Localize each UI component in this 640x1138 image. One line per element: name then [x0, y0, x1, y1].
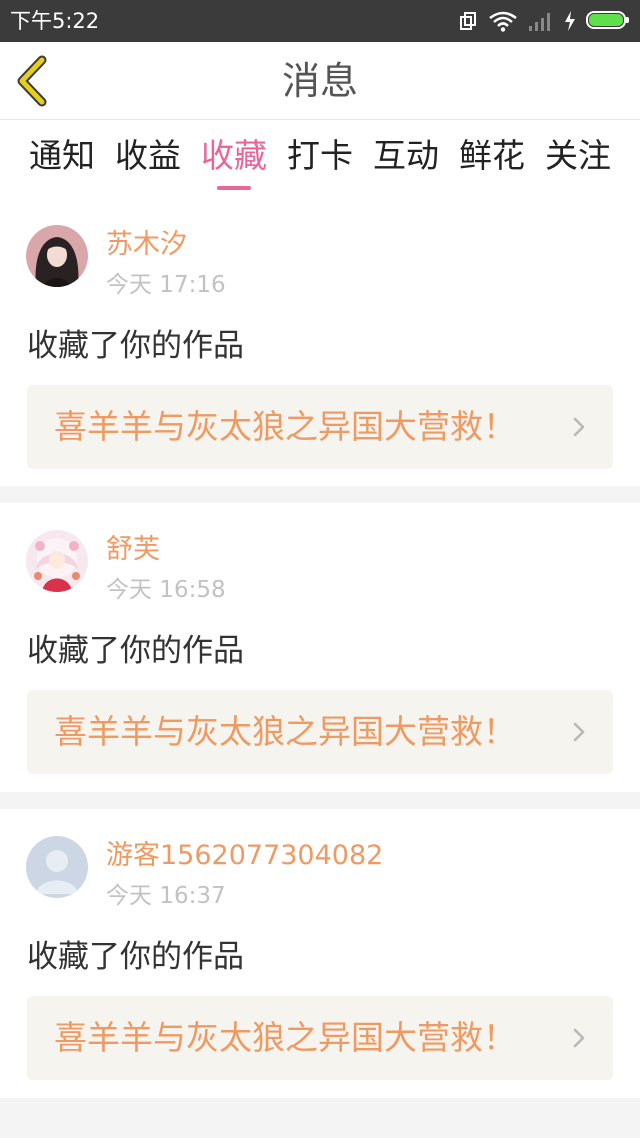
wifi-icon: [489, 11, 517, 32]
card-separator: [0, 792, 640, 809]
work-link[interactable]: 喜羊羊与灰太狼之异国大营救！: [27, 690, 613, 774]
tab-earnings[interactable]: 收益: [106, 136, 190, 176]
user-name[interactable]: 游客1562077304082: [106, 840, 383, 872]
page-title: 消息: [281, 59, 358, 103]
work-link[interactable]: 喜羊羊与灰太狼之异国大营救！: [27, 385, 613, 469]
avatar[interactable]: [26, 530, 88, 592]
message-card: 舒芙 今天 16:58 收藏了你的作品 喜羊羊与灰太狼之异国大营救！: [0, 503, 640, 792]
screen-rotate-icon: [460, 12, 476, 30]
chevron-right-icon: [573, 722, 585, 742]
status-bar: 下午5:22: [0, 0, 640, 42]
user-avatar-girl: [26, 225, 88, 287]
avatar[interactable]: [26, 225, 88, 287]
user-name[interactable]: 舒芙: [106, 534, 160, 566]
message-time: 今天 16:37: [106, 883, 226, 909]
user-avatar-anime: [26, 530, 88, 592]
card-separator: [0, 1098, 640, 1138]
default-avatar-icon: [26, 836, 88, 898]
signal-icon: [529, 13, 550, 31]
status-icons: [458, 9, 630, 33]
tab-flowers[interactable]: 鲜花: [450, 136, 534, 176]
message-card: 游客1562077304082 今天 16:37 收藏了你的作品 喜羊羊与灰太狼…: [0, 809, 640, 1098]
message-time: 今天 16:58: [106, 577, 226, 603]
tab-checkin[interactable]: 打卡: [278, 136, 362, 176]
charging-icon: [565, 11, 575, 31]
card-separator: [0, 486, 640, 503]
tab-interactions[interactable]: 互动: [364, 136, 448, 176]
status-time: 下午5:22: [10, 9, 100, 33]
work-title: 喜羊羊与灰太狼之异国大营救！: [54, 407, 516, 446]
message-card: 苏木汐 今天 17:16 收藏了你的作品 喜羊羊与灰太狼之异国大营救！: [0, 198, 640, 486]
user-name[interactable]: 苏木汐: [106, 229, 187, 261]
battery-icon: [586, 11, 630, 31]
message-time: 今天 17:16: [106, 272, 226, 298]
title-bar: 消息: [0, 42, 640, 120]
chevron-right-icon: [573, 417, 585, 437]
avatar[interactable]: [26, 836, 88, 898]
active-tab-indicator: [217, 186, 251, 190]
tab-notifications[interactable]: 通知: [20, 136, 104, 176]
action-text: 收藏了你的作品: [27, 939, 244, 975]
chevron-right-icon: [573, 1028, 585, 1048]
action-text: 收藏了你的作品: [27, 633, 244, 669]
work-link[interactable]: 喜羊羊与灰太狼之异国大营救！: [27, 996, 613, 1080]
action-text: 收藏了你的作品: [27, 328, 244, 364]
tab-bar: 通知 收益 收藏 打卡 互动 鲜花 关注: [0, 120, 640, 198]
tab-favorites[interactable]: 收藏: [192, 136, 276, 176]
tab-follows[interactable]: 关注: [536, 136, 620, 176]
work-title: 喜羊羊与灰太狼之异国大营救！: [54, 1018, 516, 1057]
work-title: 喜羊羊与灰太狼之异国大营救！: [54, 712, 516, 751]
